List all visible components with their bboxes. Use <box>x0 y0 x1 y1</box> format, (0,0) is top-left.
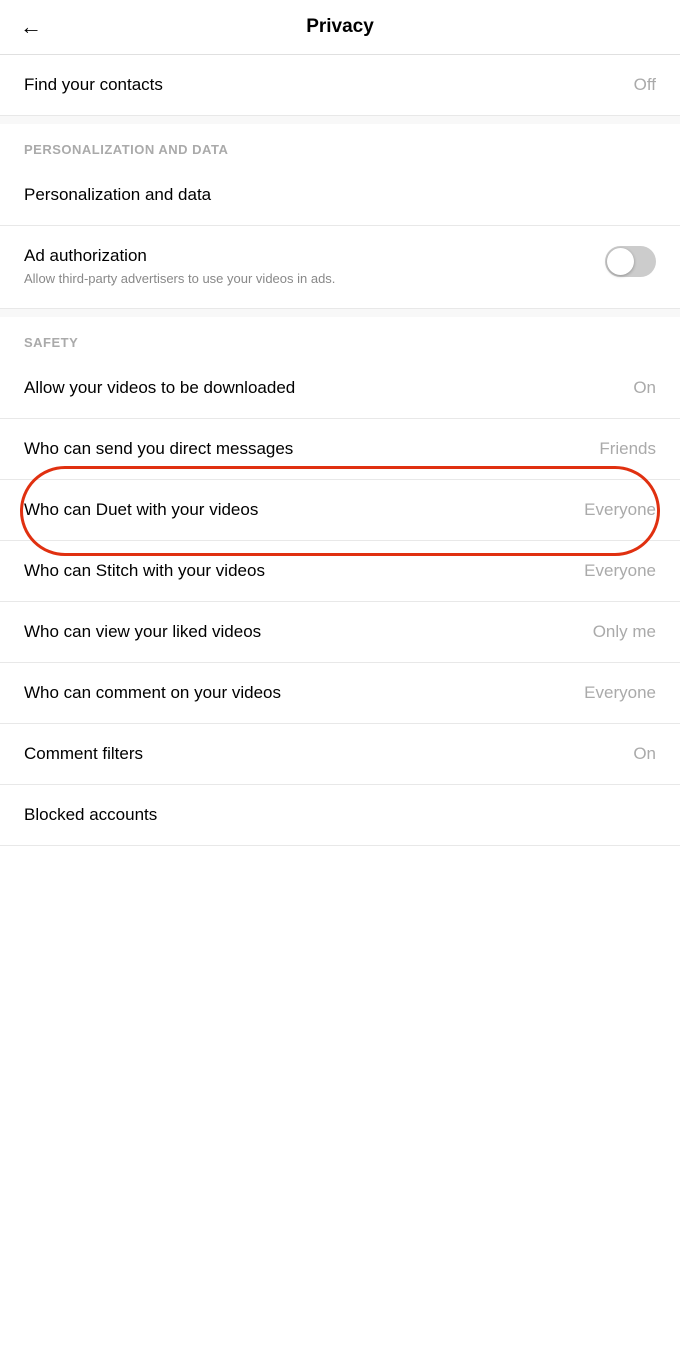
duet-row-container: Who can Duet with your videos Everyone <box>0 480 680 541</box>
comment-filters-row[interactable]: Comment filters On <box>0 724 680 785</box>
safety-section-header: SAFETY <box>0 317 680 358</box>
find-contacts-row[interactable]: Find your contacts Off <box>0 55 680 116</box>
blocked-accounts-row[interactable]: Blocked accounts <box>0 785 680 846</box>
liked-videos-label: Who can view your liked videos <box>24 622 261 642</box>
duet-value: Everyone <box>584 500 656 520</box>
comment-videos-value: Everyone <box>584 683 656 703</box>
comment-filters-value: On <box>633 744 656 764</box>
allow-download-value: On <box>633 378 656 398</box>
back-button[interactable]: ← <box>20 14 42 40</box>
ad-authorization-sub: Allow third-party advertisers to use you… <box>24 270 335 288</box>
section-spacer-2 <box>0 309 680 317</box>
comment-videos-row[interactable]: Who can comment on your videos Everyone <box>0 663 680 724</box>
duet-row[interactable]: Who can Duet with your videos Everyone <box>0 480 680 541</box>
ad-authorization-label: Ad authorization <box>24 246 335 266</box>
ad-authorization-toggle[interactable] <box>605 246 656 277</box>
ad-authorization-text: Ad authorization Allow third-party adver… <box>24 246 335 288</box>
header: ← Privacy <box>0 0 680 55</box>
personalization-section-header: PERSONALIZATION AND DATA <box>0 124 680 165</box>
comment-filters-label: Comment filters <box>24 744 143 764</box>
toggle-knob <box>607 248 634 275</box>
allow-download-label: Allow your videos to be downloaded <box>24 378 295 398</box>
comment-videos-label: Who can comment on your videos <box>24 683 281 703</box>
stitch-label: Who can Stitch with your videos <box>24 561 265 581</box>
ad-authorization-row[interactable]: Ad authorization Allow third-party adver… <box>0 226 680 309</box>
personalization-data-row[interactable]: Personalization and data <box>0 165 680 226</box>
stitch-value: Everyone <box>584 561 656 581</box>
blocked-accounts-label: Blocked accounts <box>24 805 157 825</box>
liked-videos-row[interactable]: Who can view your liked videos Only me <box>0 602 680 663</box>
page-title: Privacy <box>306 16 374 38</box>
section-spacer <box>0 116 680 124</box>
find-contacts-label: Find your contacts <box>24 75 163 95</box>
direct-messages-label: Who can send you direct messages <box>24 439 293 459</box>
find-contacts-value: Off <box>634 75 656 95</box>
duet-label: Who can Duet with your videos <box>24 500 258 520</box>
liked-videos-value: Only me <box>593 622 656 642</box>
stitch-row[interactable]: Who can Stitch with your videos Everyone <box>0 541 680 602</box>
direct-messages-value: Friends <box>599 439 656 459</box>
allow-download-row[interactable]: Allow your videos to be downloaded On <box>0 358 680 419</box>
personalization-data-label: Personalization and data <box>24 185 211 205</box>
direct-messages-row[interactable]: Who can send you direct messages Friends <box>0 419 680 480</box>
